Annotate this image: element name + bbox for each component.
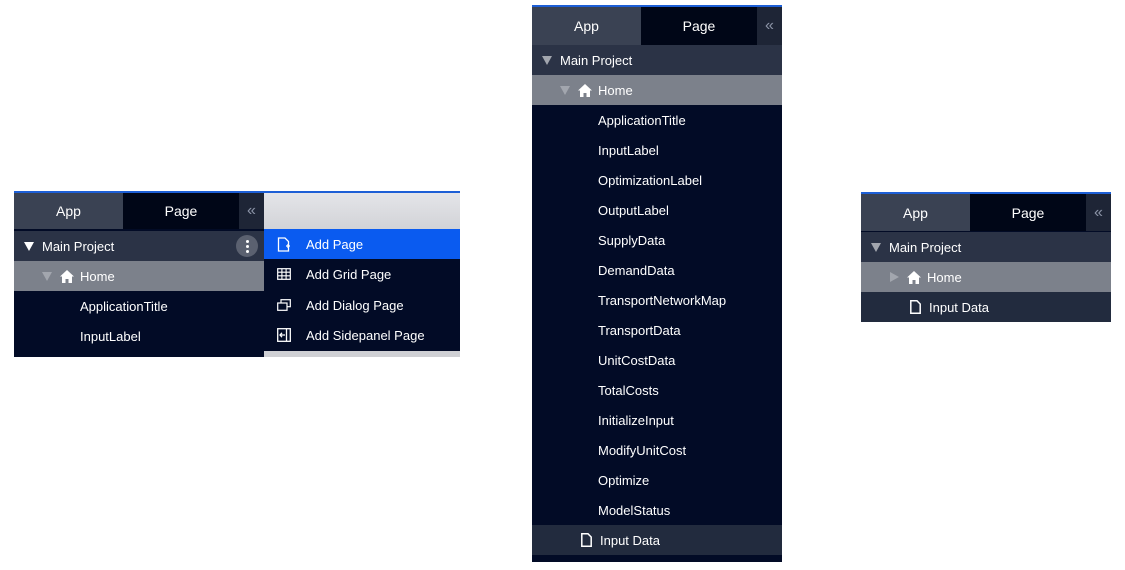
tree-item-label: OutputLabel xyxy=(598,202,669,218)
tree-item-widget[interactable]: InputLabel xyxy=(14,321,264,351)
tab-page[interactable]: Page xyxy=(970,194,1086,231)
more-options-icon[interactable] xyxy=(236,235,258,257)
expanded-triangle-icon[interactable] xyxy=(871,242,881,252)
menu-header xyxy=(264,193,460,229)
dialog-page-icon xyxy=(276,297,292,313)
tree-item-label: SupplyData xyxy=(598,232,666,248)
menu-item-add-page[interactable]: Add Page xyxy=(264,229,460,259)
tree-item-label: TransportData xyxy=(598,322,681,338)
tree-item-input-data-page[interactable]: Input Data xyxy=(532,525,782,555)
tree-item-label: Home xyxy=(80,268,115,284)
tree-item-label: InputLabel xyxy=(598,142,659,158)
collapse-panel-button[interactable]: « xyxy=(1086,194,1111,231)
tree-item-widget[interactable]: Optimize xyxy=(532,465,782,495)
tree-item-label: Main Project xyxy=(42,238,115,254)
tree-item-widget[interactable]: TotalCosts xyxy=(532,375,782,405)
tree-item-widget[interactable]: TransportData xyxy=(532,315,782,345)
tree-item-label: OptimizationLabel xyxy=(598,172,703,188)
expanded-triangle-icon[interactable] xyxy=(24,241,34,251)
collapsed-triangle-icon[interactable] xyxy=(890,272,899,282)
home-icon xyxy=(578,83,592,97)
home-icon xyxy=(60,269,74,283)
menu-item-label: Add Dialog Page xyxy=(306,297,404,313)
menu-footer xyxy=(264,351,460,357)
tree-item-label: Input Data xyxy=(929,299,989,315)
tree-item-label: ModifyUnitCost xyxy=(598,442,687,458)
tree-item-widget[interactable]: ApplicationTitle xyxy=(14,291,264,321)
tree-item-home[interactable]: Home xyxy=(14,261,264,291)
tree-item-widget[interactable]: ModelStatus xyxy=(532,495,782,525)
expanded-triangle-icon[interactable] xyxy=(42,271,52,281)
menu-item-label: Add Grid Page xyxy=(306,266,392,282)
menu-item-add-dialog-page[interactable]: Add Dialog Page xyxy=(264,290,460,320)
menu-item-add-grid-page[interactable]: Add Grid Page xyxy=(264,259,460,289)
page-icon xyxy=(909,300,921,314)
tree-item-widget[interactable]: UnitCostData xyxy=(532,345,782,375)
tree-item-main-project[interactable]: Main Project xyxy=(532,45,782,75)
menu-item-label: Add Sidepanel Page xyxy=(306,327,425,343)
menu-item-add-sidepanel-page[interactable]: Add Sidepanel Page xyxy=(264,320,460,350)
collapse-panel-button[interactable]: « xyxy=(239,193,264,229)
tab-app[interactable]: App xyxy=(861,194,970,231)
tree-item-label: Optimize xyxy=(598,472,650,488)
tree-item-label: DemandData xyxy=(598,262,675,278)
tree-item-widget[interactable]: TransportNetworkMap xyxy=(532,285,782,315)
add-page-icon xyxy=(276,236,292,252)
tree-item-widget[interactable]: ModifyUnitCost xyxy=(532,435,782,465)
tree-item-widget[interactable]: SupplyData xyxy=(532,225,782,255)
tree-item-label: Home xyxy=(927,269,962,285)
tree-item-label: Main Project xyxy=(889,239,962,255)
collapse-panel-button[interactable]: « xyxy=(757,7,782,45)
tab-app[interactable]: App xyxy=(14,193,123,229)
tree-item-label: Input Data xyxy=(600,532,660,548)
grid-page-icon xyxy=(276,266,292,282)
tab-page[interactable]: Page xyxy=(641,7,757,45)
tree-item-label: TotalCosts xyxy=(598,382,659,398)
tree-item-label: ApplicationTitle xyxy=(80,298,168,314)
expanded-triangle-icon[interactable] xyxy=(560,85,570,95)
tree-item-widget[interactable]: ApplicationTitle xyxy=(532,105,782,135)
tree-item-widget[interactable]: InputLabel xyxy=(532,135,782,165)
expanded-triangle-icon[interactable] xyxy=(542,55,552,65)
middle-explorer-panel: App Page « Main Project Home Application… xyxy=(532,5,782,562)
left-explorer-panel: App Page « Main Project Home Application… xyxy=(14,191,264,357)
sidepanel-page-icon xyxy=(276,327,292,343)
tree-item-main-project[interactable]: Main Project xyxy=(14,231,264,261)
panel-tabs: App Page « xyxy=(861,194,1111,231)
menu-item-label: Add Page xyxy=(306,236,364,252)
tree-item-input-data-page[interactable]: Input Data xyxy=(861,292,1111,322)
home-icon xyxy=(907,270,921,284)
tree-item-home[interactable]: Home xyxy=(532,75,782,105)
tree-item-widget[interactable]: InitializeInput xyxy=(532,405,782,435)
page-icon xyxy=(580,533,592,547)
tree-item-label: InitializeInput xyxy=(598,412,674,428)
tree-item-label: Main Project xyxy=(560,52,633,68)
panel-tabs: App Page « xyxy=(532,7,782,45)
tree-item-main-project[interactable]: Main Project xyxy=(861,232,1111,262)
tree-item-label: ApplicationTitle xyxy=(598,112,686,128)
panel-tabs: App Page « xyxy=(14,193,264,229)
tree-item-widget[interactable]: OutputLabel xyxy=(532,195,782,225)
right-explorer-panel: App Page « Main Project Home Input Data xyxy=(861,192,1111,322)
tree-item-label: InputLabel xyxy=(80,328,141,344)
tree-item-widget[interactable]: OptimizationLabel xyxy=(532,165,782,195)
tree-item-label: TransportNetworkMap xyxy=(598,292,727,308)
tree-item-label: Home xyxy=(598,82,633,98)
tree-item-widget[interactable]: DemandData xyxy=(532,255,782,285)
tree-item-label: ModelStatus xyxy=(598,502,671,518)
tree-item-home[interactable]: Home xyxy=(861,262,1111,292)
tab-page[interactable]: Page xyxy=(123,193,239,229)
add-page-context-menu: Add Page Add Grid Page Add Dialog Page A… xyxy=(264,191,460,357)
tab-app[interactable]: App xyxy=(532,7,641,45)
tree-item-label: UnitCostData xyxy=(598,352,676,368)
